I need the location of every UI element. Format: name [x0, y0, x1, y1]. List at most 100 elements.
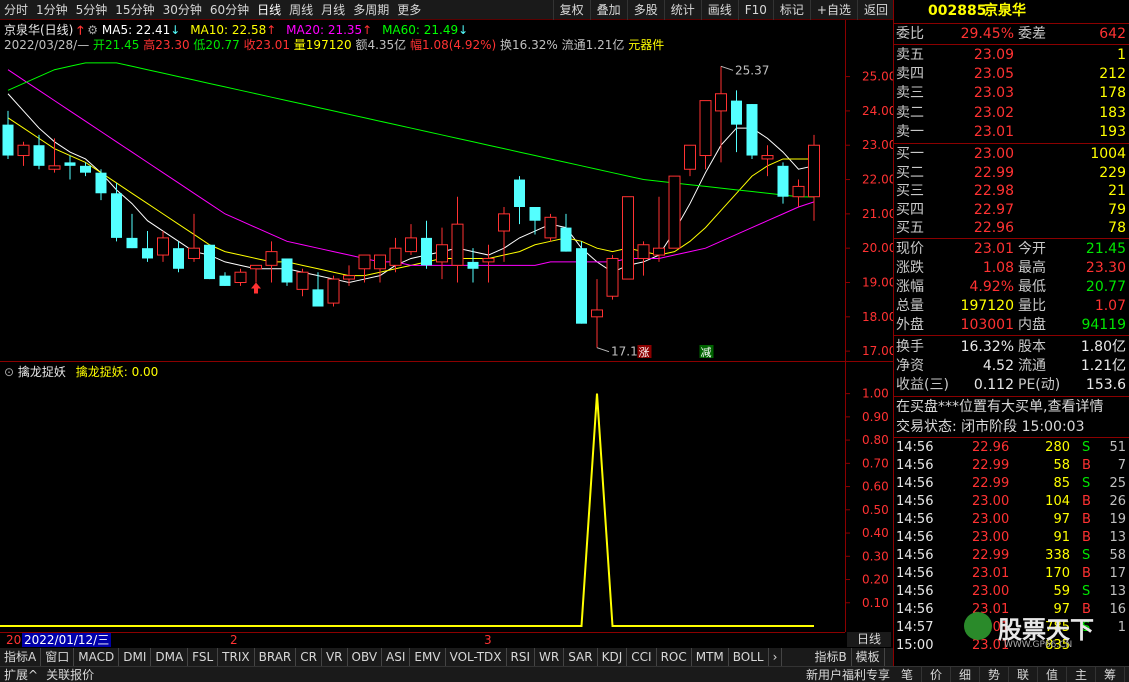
candle	[157, 231, 169, 262]
candle-body	[358, 254, 371, 270]
tick-time: 14:56	[896, 566, 934, 581]
indicator-tab[interactable]: DMI	[119, 648, 152, 666]
indicator-tab[interactable]: BOLL	[729, 648, 769, 666]
toolbar-button[interactable]: 叠加	[589, 0, 627, 20]
candle-body	[95, 172, 107, 194]
quote-view-tab[interactable]: 主	[1067, 666, 1096, 682]
period-tab[interactable]: 60分钟	[210, 1, 249, 18]
stat-value: 23.01	[973, 241, 1014, 257]
main-chart-panel[interactable]: 京泉华(日线) 🡑 ⚙ MA5: 22.41↓ MA10: 22.58↑ MA2…	[0, 20, 893, 362]
order-level-row[interactable]: 买三 22.98 21	[894, 182, 1129, 200]
candlestick-chart[interactable]: 25.00 24.00 23.00 22.00 21.00 20.00 19.00 18.00…	[0, 20, 893, 362]
toolbar-button[interactable]: +自选	[809, 0, 857, 20]
indicator-panel[interactable]: ⊙ 擒龙捉妖 擒龙捉妖: 0.00 1.00 0.90 0.80 0.70 0.60 0.…	[0, 362, 893, 632]
level-price: 22.98	[973, 183, 1014, 200]
order-level-row[interactable]: 买五 22.96 78	[894, 219, 1129, 237]
quote-view-tab[interactable]: 价	[922, 666, 951, 682]
promo-link[interactable]: 新用户福利专享	[806, 666, 890, 682]
order-level-row[interactable]: 卖二 23.02 183	[894, 104, 1129, 122]
quote-view-tab[interactable]: 笔	[893, 666, 922, 682]
indicator-tab[interactable]: MACD	[74, 648, 120, 666]
indicator-tab[interactable]: MTM	[692, 648, 729, 666]
period-tab[interactable]: 周线	[289, 1, 313, 18]
indicator-tab[interactable]: CR	[296, 648, 322, 666]
tick-side: B	[1082, 530, 1091, 545]
y-tick-label: 0.80	[862, 433, 889, 447]
quote-view-tab[interactable]: 筹	[1096, 666, 1125, 682]
globe-icon	[964, 612, 992, 640]
stat-row: 收益(三) 0.112 PE(动) 153.6	[894, 376, 1129, 394]
period-button[interactable]: 日线	[847, 632, 891, 647]
period-tab[interactable]: 多周期	[353, 1, 389, 18]
candle-body	[761, 155, 774, 160]
quote-view-tab[interactable]: 值	[1038, 666, 1067, 682]
stat-value: 94119	[1081, 317, 1126, 333]
period-tab[interactable]: 30分钟	[163, 1, 202, 18]
indicator-tab[interactable]: WR	[535, 648, 565, 666]
indicator-tab[interactable]: ROC	[657, 648, 692, 666]
indicator-tab[interactable]: 模板	[852, 648, 885, 666]
indicator-tab[interactable]: RSI	[507, 648, 536, 666]
toolbar-button[interactable]: 复权	[552, 0, 590, 20]
indicator-tab[interactable]: FSL	[188, 648, 219, 666]
toolbar-button[interactable]: F10	[737, 0, 773, 20]
indicator-chart[interactable]: 1.00 0.90 0.80 0.70 0.60 0.50 0.40 0.30 0.20 0.10	[0, 362, 893, 632]
expand-button[interactable]: 扩展^	[0, 666, 42, 682]
date-year-label: 20	[6, 633, 22, 647]
indicator-tab[interactable]: 指标B	[810, 648, 852, 666]
quote-view-tab[interactable]: 势	[980, 666, 1009, 682]
indicator-tab[interactable]: 指标A	[0, 648, 42, 666]
order-level-row[interactable]: 卖一 23.01 193	[894, 123, 1129, 141]
indicator-tab[interactable]: SAR	[564, 648, 598, 666]
toolbar-button[interactable]: 画线	[700, 0, 738, 20]
quote-view-tab[interactable]: 细	[951, 666, 980, 682]
stat-value: 1.07	[1094, 298, 1126, 314]
notice-row[interactable]: 在买盘***位置有大买单,查看详情	[894, 398, 1129, 416]
candle	[529, 207, 541, 235]
period-tab[interactable]: 分时	[4, 1, 28, 18]
quote-view-tab[interactable]: 联	[1009, 666, 1038, 682]
indicator-tab[interactable]: ›	[769, 648, 783, 666]
order-level-row[interactable]: 买四 22.97 79	[894, 201, 1129, 219]
period-tab[interactable]: 1分钟	[36, 1, 68, 18]
period-tab[interactable]: 5分钟	[76, 1, 108, 18]
indicator-tab[interactable]: TRIX	[218, 648, 255, 666]
indicator-tab[interactable]: VOL-TDX	[446, 648, 507, 666]
order-level-row[interactable]: 卖三 23.03 178	[894, 84, 1129, 102]
indicator-tab[interactable]: ASI	[382, 648, 411, 666]
candle	[126, 213, 138, 249]
toolbar-button[interactable]: 统计	[663, 0, 701, 20]
indicator-tab[interactable]: CCI	[627, 648, 657, 666]
stat-value: 1.08	[982, 260, 1014, 276]
separator	[894, 396, 1129, 397]
related-quote-button[interactable]: 关联报价	[42, 666, 98, 682]
period-tab[interactable]: 更多	[397, 1, 421, 18]
candle	[436, 227, 448, 280]
period-tab[interactable]: 15分钟	[115, 1, 154, 18]
order-level-row[interactable]: 买二 22.99 229	[894, 164, 1129, 182]
order-level-row[interactable]: 买一 23.00 1004	[894, 145, 1129, 163]
indicator-tab[interactable]: 窗口	[41, 648, 75, 666]
indicator-tab[interactable]: DMA	[151, 648, 189, 666]
candle	[792, 179, 805, 207]
candle-body	[296, 271, 309, 290]
indicator-tab[interactable]: EMV	[410, 648, 446, 666]
indicator-tab[interactable]: KDJ	[598, 648, 628, 666]
candle	[421, 220, 432, 269]
period-tab[interactable]: 日线	[257, 1, 281, 18]
toolbar-button[interactable]: 返回	[856, 0, 894, 20]
big-order-notice[interactable]: 在买盘***位置有大买单,查看详情	[896, 398, 1103, 416]
watermark-logo: 股票天下 WWW.GP66.CN	[964, 612, 1124, 650]
y-tick-label: 0.10	[862, 596, 889, 610]
period-tab[interactable]: 月线	[321, 1, 345, 18]
indicator-tab[interactable]: BRAR	[255, 648, 297, 666]
candle-body	[808, 144, 820, 198]
indicator-tab[interactable]: VR	[322, 648, 348, 666]
toolbar-button[interactable]: 标记	[772, 0, 810, 20]
tick-volume: 170	[1045, 566, 1070, 581]
toolbar-button[interactable]: 多股	[626, 0, 664, 20]
indicator-tabs: 指标A 窗口 MACD DMI DMA FSL TRIX BRAR CR VR OBV ASI EMV V…	[0, 648, 906, 666]
indicator-tab[interactable]: OBV	[348, 648, 383, 666]
order-level-row[interactable]: 卖四 23.05 212	[894, 65, 1129, 83]
order-level-row[interactable]: 卖五 23.09 1	[894, 46, 1129, 64]
